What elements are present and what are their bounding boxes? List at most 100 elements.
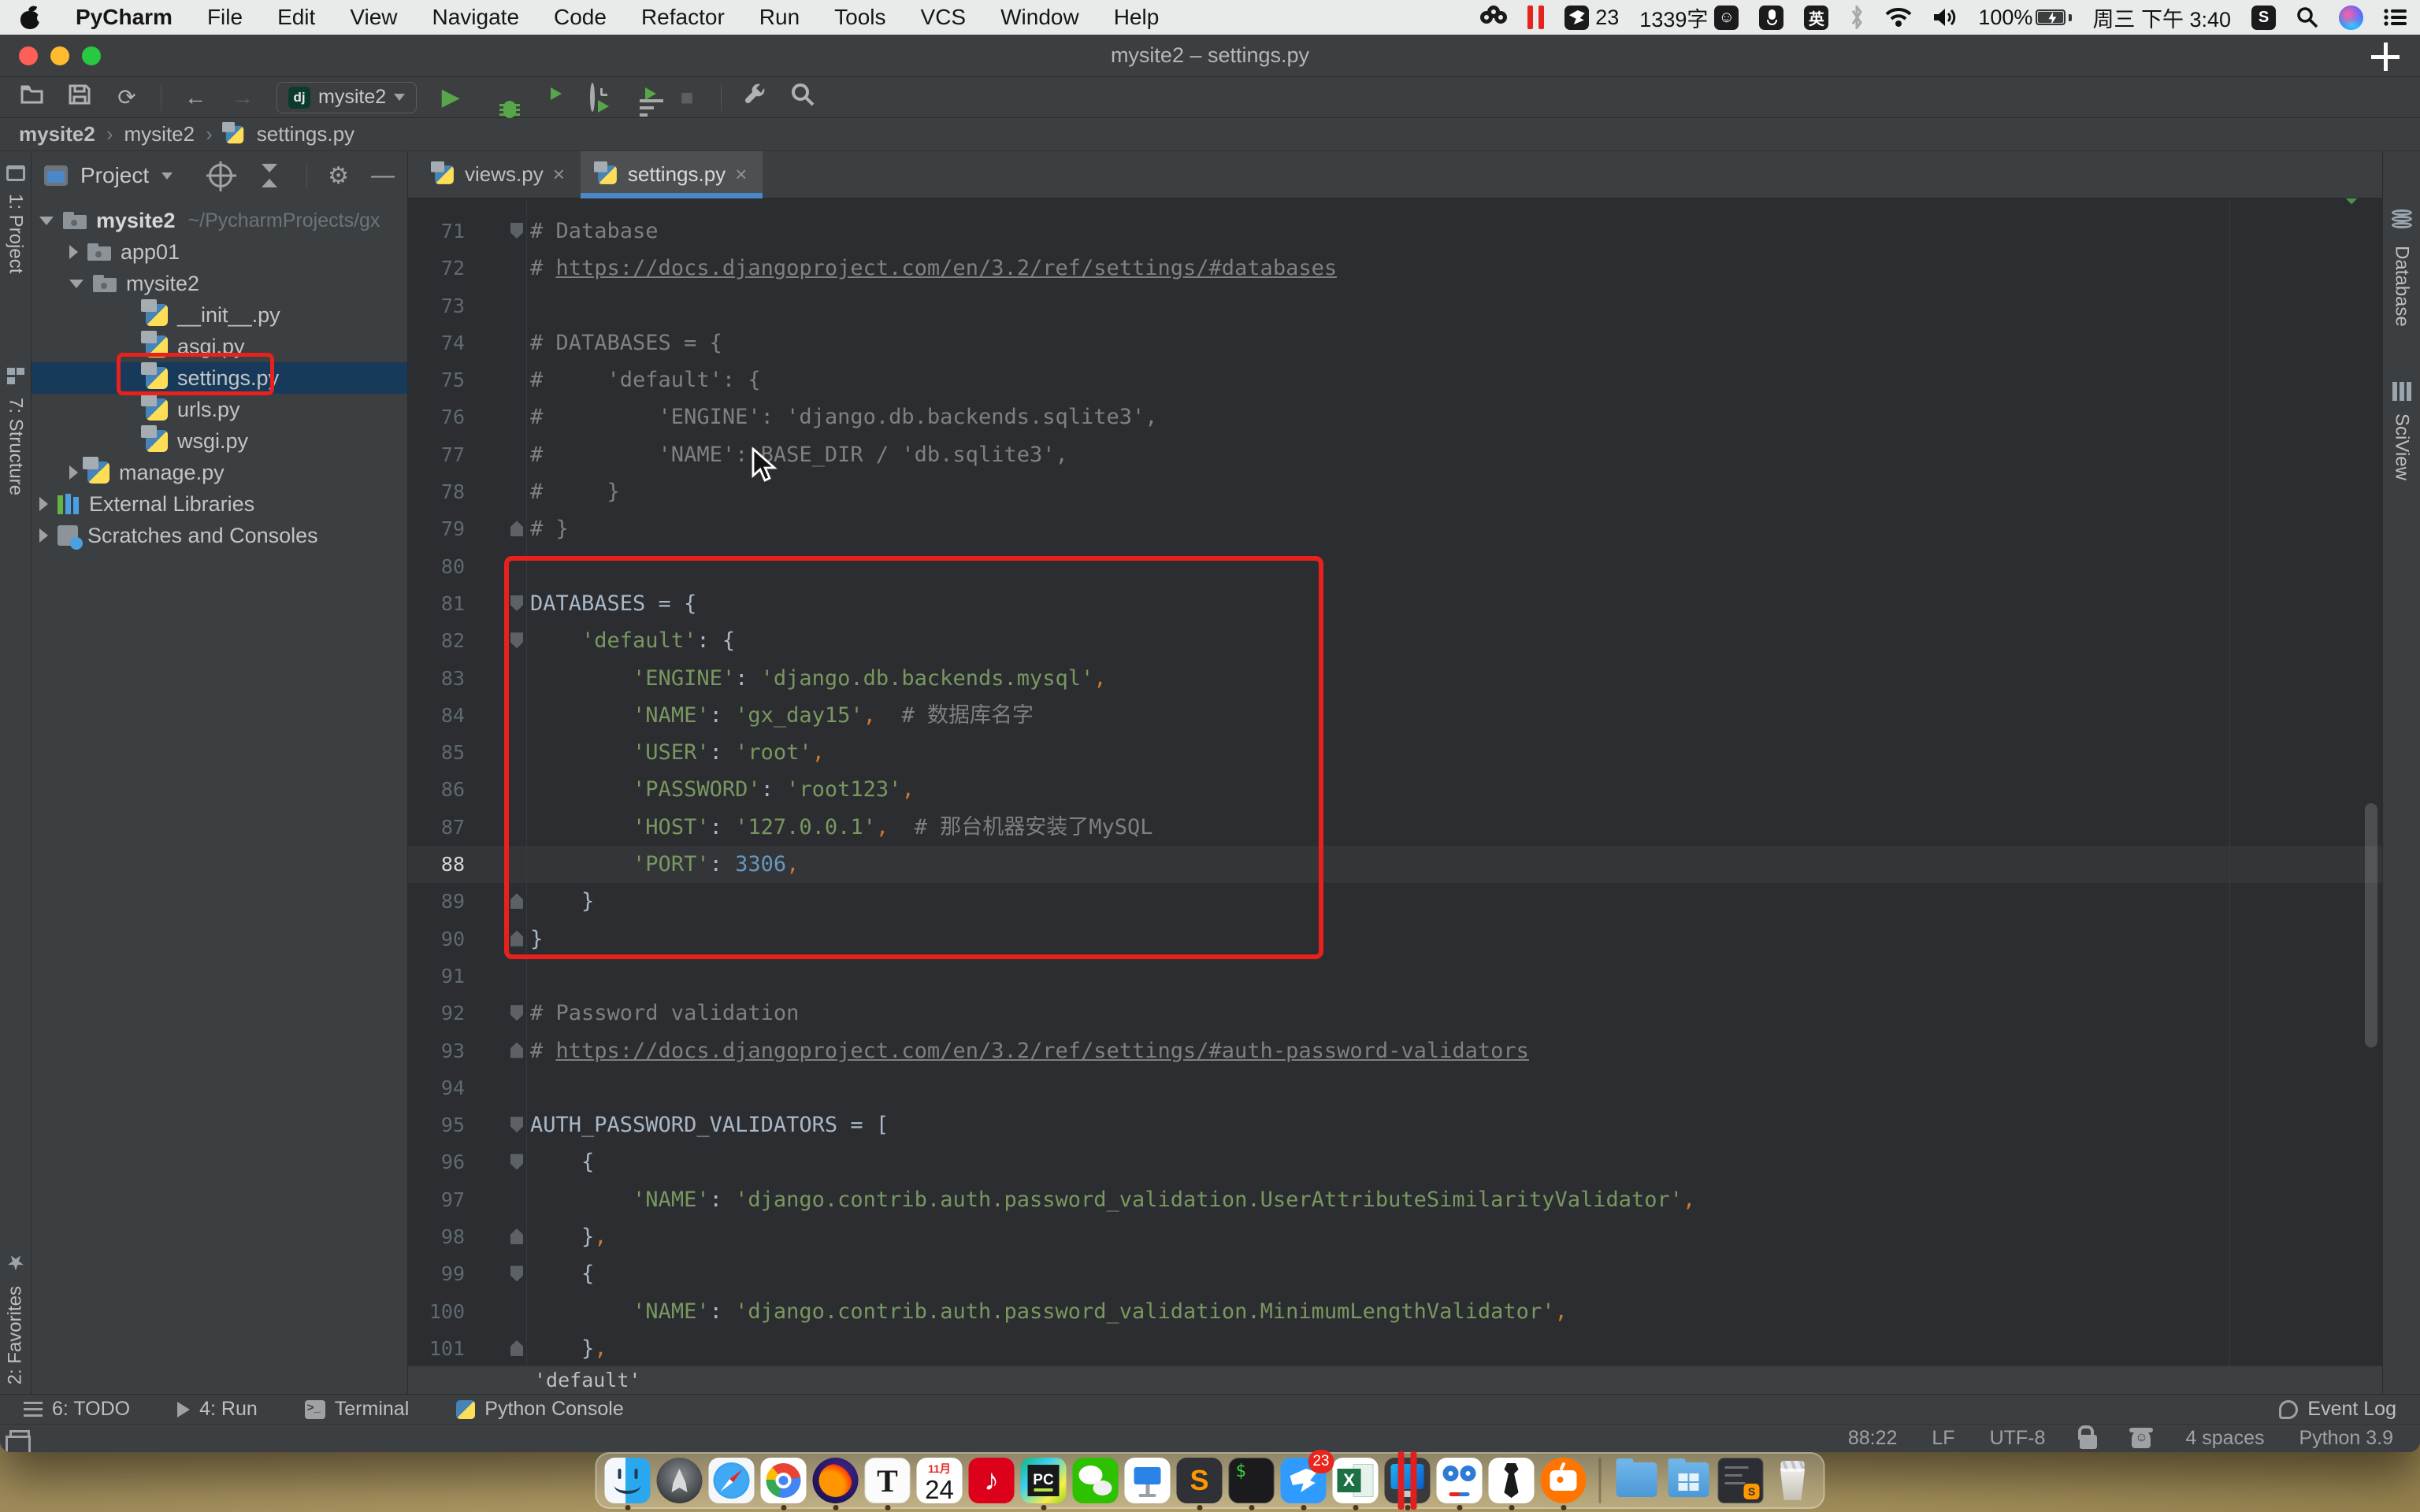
fold-marker-icon[interactable] — [510, 223, 523, 239]
code-line-73[interactable]: 73 — [408, 287, 2382, 324]
control-center-icon[interactable] — [2384, 8, 2407, 27]
code-viewport[interactable]: 71# Database72# https://docs.djangoproje… — [408, 198, 2382, 1366]
dock-safari[interactable] — [709, 1458, 755, 1510]
run-configuration-select[interactable]: dj mysite2 — [277, 82, 417, 113]
code-line-89[interactable]: 89 } — [408, 883, 2382, 920]
microphone-tray-icon[interactable] — [1759, 6, 1783, 30]
tree-item--init-py[interactable]: __init__.py — [32, 299, 407, 331]
window-layout-icon[interactable] — [9, 1430, 30, 1447]
collapse-all-icon[interactable] — [259, 164, 280, 187]
tool-window-structure-button[interactable]: 7: Structure — [5, 354, 27, 505]
hector-inspector-icon[interactable] — [2132, 1429, 2151, 1448]
back-icon[interactable]: ← — [182, 85, 209, 110]
code-line-94[interactable]: 94 — [408, 1069, 2382, 1106]
tree-item-mysite2[interactable]: mysite2 — [32, 268, 407, 299]
tool-window-event-log-button[interactable]: Event Log — [2279, 1398, 2396, 1421]
s-app-tray-icon[interactable]: S — [2251, 6, 2276, 30]
python-interpreter[interactable]: Python 3.9 — [2299, 1427, 2393, 1450]
dock-chrome[interactable] — [761, 1458, 807, 1510]
tree-item-manage-py[interactable]: manage.py — [32, 457, 407, 488]
tree-item-urls-py[interactable]: urls.py — [32, 394, 407, 425]
indent-setting[interactable]: 4 spaces — [2185, 1427, 2264, 1450]
tree-item-external-libraries[interactable]: External Libraries — [32, 488, 407, 520]
sunlogin-tray-icon[interactable] — [1480, 6, 1507, 29]
tool-window-favorites-button[interactable]: 2: Favorites ★ — [3, 1236, 28, 1394]
hide-panel-icon[interactable]: — — [371, 162, 395, 189]
fold-marker-icon[interactable] — [510, 632, 523, 648]
close-window-button[interactable] — [19, 46, 38, 65]
forward-icon[interactable]: → — [229, 85, 256, 110]
tree-expand-arrow[interactable] — [69, 245, 78, 259]
fold-marker-icon[interactable] — [510, 893, 523, 909]
code-line-83[interactable]: 83 'ENGINE': 'django.db.backends.mysql', — [408, 660, 2382, 697]
code-line-79[interactable]: 79# } — [408, 510, 2382, 547]
fold-marker-icon[interactable] — [510, 1228, 523, 1244]
tree-expand-arrow[interactable] — [39, 497, 48, 511]
menu-vcs[interactable]: VCS — [921, 5, 967, 30]
code-line-85[interactable]: 85 'USER': 'root', — [408, 734, 2382, 771]
file-encoding[interactable]: UTF-8 — [1990, 1427, 2046, 1450]
inspections-ok-icon[interactable] — [2341, 198, 2373, 203]
dock-keynote[interactable] — [1125, 1458, 1171, 1510]
code-line-76[interactable]: 76# 'ENGINE': 'django.db.backends.sqlite… — [408, 398, 2382, 435]
menu-refactor[interactable]: Refactor — [641, 5, 725, 30]
tree-item-wsgi-py[interactable]: wsgi.py — [32, 425, 407, 457]
minimize-window-button[interactable] — [50, 46, 69, 65]
code-line-99[interactable]: 99 { — [408, 1255, 2382, 1292]
tool-window-terminal-button[interactable]: Terminal — [305, 1398, 409, 1421]
maximize-window-button[interactable] — [82, 46, 101, 65]
tree-expand-arrow[interactable] — [69, 280, 84, 288]
dock-finder[interactable] — [605, 1458, 651, 1510]
tree-item-settings-py[interactable]: settings.py — [32, 362, 407, 394]
profile-button[interactable] — [579, 85, 606, 110]
menu-window[interactable]: Window — [1000, 5, 1079, 30]
code-line-72[interactable]: 72# https://docs.djangoproject.com/en/3.… — [408, 250, 2382, 287]
tree-item-mysite2[interactable]: mysite2~/PycharmProjects/gx — [32, 205, 407, 236]
tree-expand-arrow[interactable] — [39, 217, 54, 225]
menu-code[interactable]: Code — [554, 5, 607, 30]
menu-app-name[interactable]: PyCharm — [76, 5, 173, 30]
tool-window-sciview-button[interactable]: SciView — [2391, 368, 2413, 490]
code-line-96[interactable]: 96 { — [408, 1143, 2382, 1180]
project-view-selector[interactable]: Project — [80, 163, 149, 188]
dock-trash[interactable] — [1770, 1458, 1816, 1510]
editor-bottom-breadcrumb[interactable]: 'default' — [408, 1366, 2382, 1394]
code-line-87[interactable]: 87 'HOST': '127.0.0.1', # 那台机器安装了MySQL — [408, 809, 2382, 846]
fold-marker-icon[interactable] — [510, 521, 523, 536]
pause-tray-icon[interactable] — [1527, 6, 1544, 29]
code-line-80[interactable]: 80 — [408, 548, 2382, 585]
dock-folder-documents[interactable] — [1614, 1458, 1660, 1510]
code-line-78[interactable]: 78# } — [408, 473, 2382, 510]
save-all-icon[interactable] — [66, 84, 93, 110]
dock-terminal[interactable]: $ — [1229, 1458, 1275, 1510]
fold-marker-icon[interactable] — [510, 595, 523, 611]
bluetooth-icon[interactable] — [1849, 6, 1865, 29]
tab-settings-py[interactable]: settings.py× — [581, 151, 763, 198]
unlock-icon[interactable] — [2080, 1435, 2097, 1449]
stop-button[interactable]: ■ — [674, 85, 700, 110]
tool-window-database-button[interactable]: Database — [2391, 195, 2413, 336]
code-line-98[interactable]: 98 }, — [408, 1218, 2382, 1255]
dock-folder-windows[interactable] — [1666, 1458, 1712, 1510]
menu-navigate[interactable]: Navigate — [432, 5, 520, 30]
wrench-settings-icon[interactable] — [742, 83, 769, 112]
code-line-95[interactable]: 95AUTH_PASSWORD_VALIDATORS = [ — [408, 1106, 2382, 1143]
code-line-81[interactable]: 81DATABASES = { — [408, 585, 2382, 622]
tool-window-todo-button[interactable]: 6: TODO — [24, 1398, 130, 1421]
code-line-84[interactable]: 84 'NAME': 'gx_day15', # 数据库名字 — [408, 697, 2382, 734]
dock-netease-music[interactable]: ♪ — [969, 1458, 1015, 1510]
code-line-92[interactable]: 92# Password validation — [408, 995, 2382, 1032]
menu-help[interactable]: Help — [1114, 5, 1160, 30]
menu-run[interactable]: Run — [759, 5, 800, 30]
wifi-icon[interactable] — [1885, 7, 1912, 28]
dock-sublime-text[interactable]: S — [1177, 1458, 1223, 1510]
tree-item-asgi-py[interactable]: asgi.py — [32, 331, 407, 362]
dock-tie-app[interactable] — [1489, 1458, 1535, 1510]
tool-window-project-button[interactable]: 1: Project — [5, 151, 27, 283]
dock-dingtalk[interactable]: 23 — [1281, 1458, 1327, 1510]
code-line-93[interactable]: 93# https://docs.djangoproject.com/en/3.… — [408, 1032, 2382, 1069]
dingtalk-tray[interactable]: 23 — [1564, 6, 1619, 30]
tree-item-scratches-and-consoles[interactable]: Scratches and Consoles — [32, 520, 407, 551]
code-line-82[interactable]: 82 'default': { — [408, 622, 2382, 659]
close-tab-icon[interactable]: × — [735, 162, 747, 187]
